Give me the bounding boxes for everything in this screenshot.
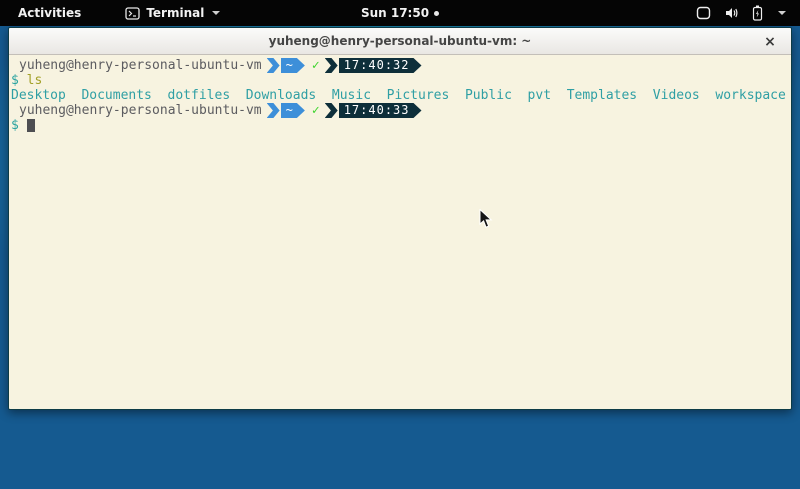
prompt-sign: $	[11, 118, 19, 133]
command-line: $ ls	[11, 73, 789, 88]
system-status-area[interactable]	[696, 5, 800, 21]
input-line[interactable]: $	[11, 118, 789, 133]
prompt-time-badge: 17:40:32	[339, 58, 422, 73]
typed-command: ls	[27, 73, 43, 88]
terminal-window: yuheng@henry-personal-ubuntu-vm: ~ × yuh…	[8, 27, 792, 410]
top-bar-left: Activities Terminal	[0, 6, 220, 20]
prompt-sign: $	[11, 73, 19, 88]
chevron-down-icon	[212, 11, 220, 15]
window-titlebar[interactable]: yuheng@henry-personal-ubuntu-vm: ~ ×	[9, 28, 791, 55]
terminal-app-icon	[125, 7, 140, 20]
volume-icon	[724, 6, 739, 20]
powerline-separator-icon	[325, 103, 338, 118]
powerline-separator-icon	[267, 58, 280, 73]
terminal-content[interactable]: yuheng@henry-personal-ubuntu-vm ~ ✓ 17:4…	[9, 55, 791, 409]
status-check-icon: ✓	[312, 58, 320, 73]
app-menu[interactable]: Terminal	[125, 6, 220, 20]
prompt-user-host: yuheng@henry-personal-ubuntu-vm	[19, 58, 262, 73]
ls-output: Desktop Documents dotfiles Downloads Mus…	[11, 88, 789, 103]
window-title: yuheng@henry-personal-ubuntu-vm: ~	[269, 34, 532, 48]
top-bar: Activities Terminal Sun 17:50	[0, 0, 800, 26]
screen-icon	[696, 6, 711, 20]
prompt-line: yuheng@henry-personal-ubuntu-vm ~ ✓ 17:4…	[11, 58, 789, 73]
status-check-icon: ✓	[312, 103, 320, 118]
clock[interactable]: Sun 17:50	[361, 6, 429, 20]
prompt-line: yuheng@henry-personal-ubuntu-vm ~ ✓ 17:4…	[11, 103, 789, 118]
prompt-path-segment: ~	[281, 58, 305, 73]
powerline-separator-icon	[267, 103, 280, 118]
prompt-user-host: yuheng@henry-personal-ubuntu-vm	[19, 103, 262, 118]
prompt-time-badge: 17:40:33	[339, 103, 422, 118]
notification-dot-icon	[434, 11, 439, 16]
app-menu-label: Terminal	[146, 6, 204, 20]
terminal-cursor	[27, 119, 35, 132]
battery-charging-icon	[752, 5, 763, 21]
powerline-separator-icon	[325, 58, 338, 73]
close-icon[interactable]: ×	[759, 28, 781, 55]
chevron-down-icon	[778, 11, 786, 15]
prompt-path-segment: ~	[281, 103, 305, 118]
activities-button[interactable]: Activities	[12, 6, 87, 20]
